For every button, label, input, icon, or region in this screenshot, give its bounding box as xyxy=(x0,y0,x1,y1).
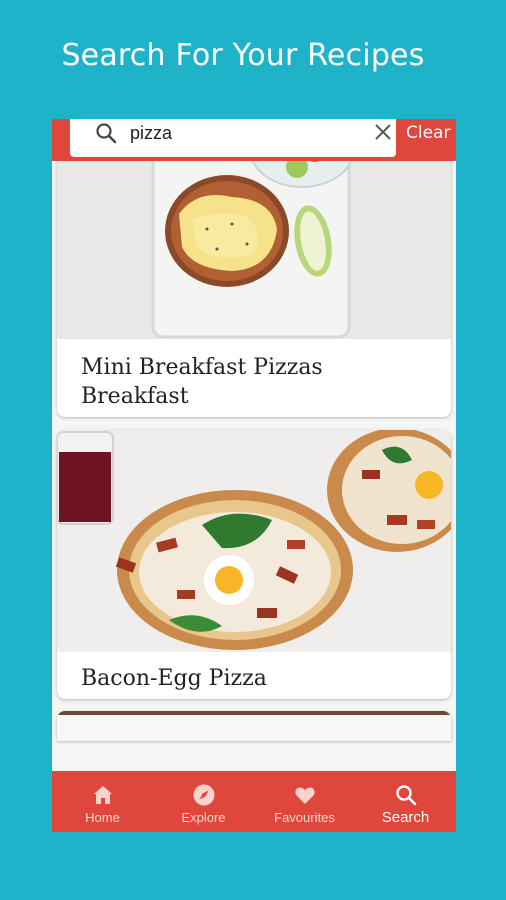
search-icon xyxy=(395,785,416,806)
search-input[interactable] xyxy=(130,121,340,145)
nav-label: Home xyxy=(85,810,120,825)
promo-title: Search For Your Recipes xyxy=(61,38,425,73)
search-icon xyxy=(96,123,117,144)
recipe-card[interactable]: Bacon-Egg Pizza xyxy=(57,430,451,699)
nav-item-search[interactable]: Search xyxy=(355,771,456,832)
search-box[interactable] xyxy=(70,119,396,157)
search-bar: Clear xyxy=(52,119,456,161)
recipe-card[interactable]: Mini Breakfast Pizzas Breakfast xyxy=(57,119,451,417)
recipe-title: Bacon-Egg Pizza xyxy=(81,666,267,691)
nav-item-home[interactable]: Home xyxy=(52,771,153,832)
compass-icon xyxy=(193,784,214,806)
nav-label: Explore xyxy=(181,810,226,825)
clear-button[interactable]: Clear xyxy=(406,123,450,143)
recipe-image xyxy=(57,711,451,741)
nav-item-explore[interactable]: Explore xyxy=(153,771,254,832)
nav-label: Favourites xyxy=(274,810,335,825)
close-icon[interactable] xyxy=(372,121,394,143)
heart-icon xyxy=(294,787,315,804)
home-icon xyxy=(93,786,112,804)
bottom-nav: Home Explore Favourites Search xyxy=(52,771,456,832)
recipe-image xyxy=(57,430,451,652)
nav-label: Search xyxy=(381,809,430,826)
app-screen: Mini Breakfast Pizzas Breakfast Bacon-Eg… xyxy=(52,119,456,832)
recipe-title: Mini Breakfast Pizzas Breakfast xyxy=(81,355,323,409)
recipe-card[interactable] xyxy=(57,711,451,741)
nav-item-favourites[interactable]: Favourites xyxy=(254,771,355,832)
